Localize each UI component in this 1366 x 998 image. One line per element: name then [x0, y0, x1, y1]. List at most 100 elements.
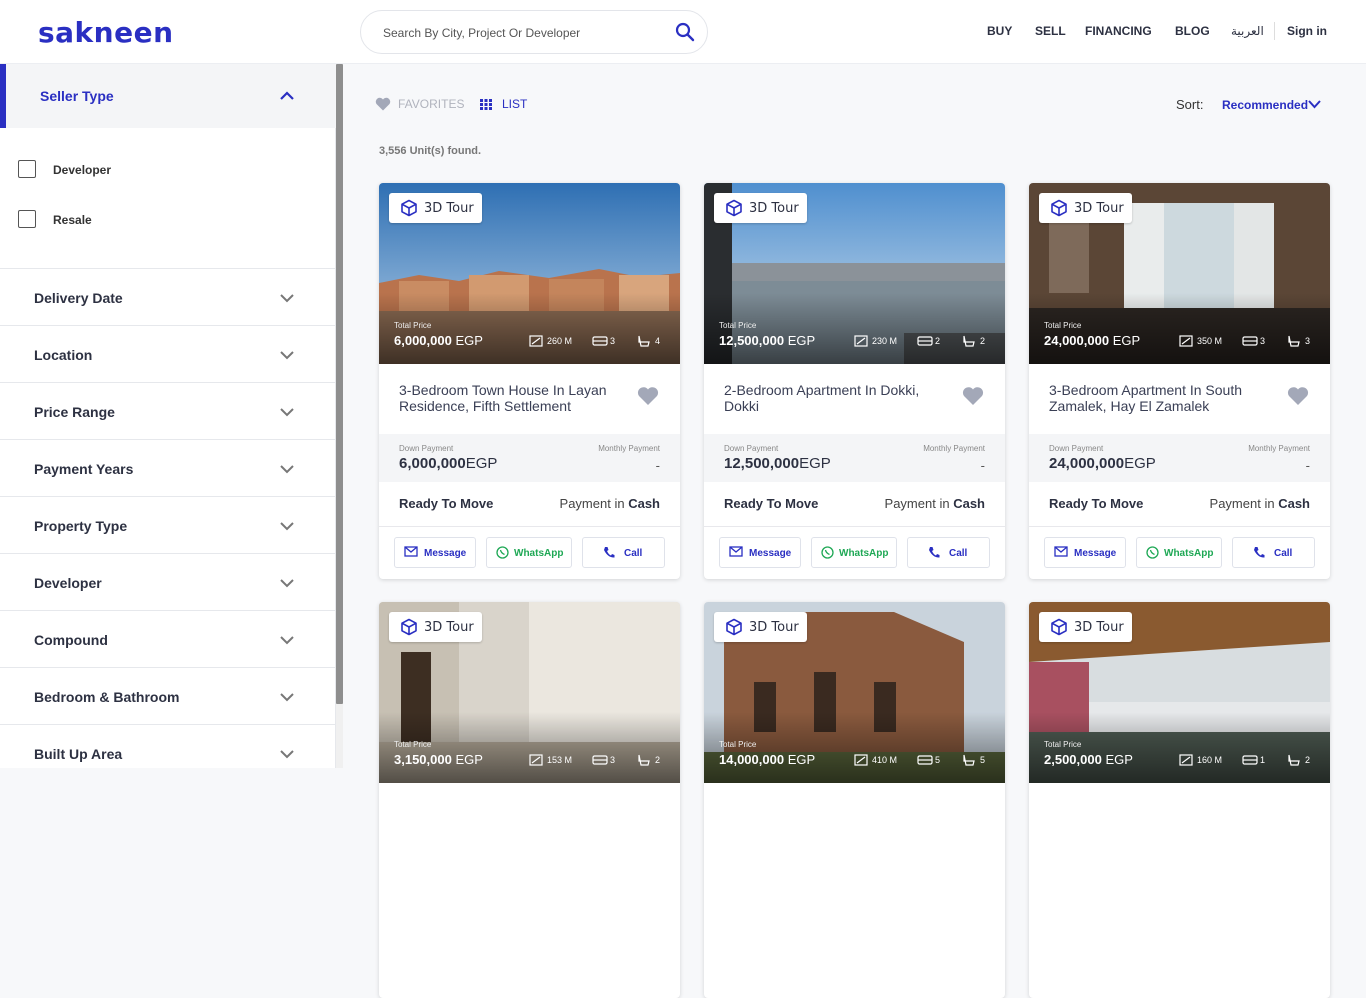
- listing-card[interactable]: 3D Tour Total Price 24,000,000 EGP 350 M…: [1029, 183, 1330, 579]
- chevron-down-icon[interactable]: [280, 348, 294, 362]
- favorite-heart-icon[interactable]: [637, 386, 659, 406]
- filter-bedroom-bathroom[interactable]: Bedroom & Bathroom: [0, 667, 336, 724]
- filter-compound[interactable]: Compound: [0, 610, 336, 667]
- area-icon: [1179, 335, 1193, 347]
- bed-icon: [1242, 336, 1258, 346]
- bedrooms-stat: 3: [1242, 335, 1272, 347]
- whatsapp-label: WhatsApp: [514, 548, 564, 559]
- whatsapp-label: WhatsApp: [1164, 548, 1214, 559]
- listing-card[interactable]: 3D Tour Total Price 3,150,000 EGP 153 M …: [379, 602, 680, 998]
- filter-location[interactable]: Location: [0, 325, 336, 382]
- listing-card[interactable]: 3D Tour Total Price 14,000,000 EGP 410 M…: [704, 602, 1005, 998]
- search-box: [360, 10, 708, 54]
- chevron-down-icon[interactable]: [280, 747, 294, 761]
- 3d-tour-label: 3D Tour: [1074, 620, 1124, 635]
- area-stat: 260 M: [529, 335, 577, 347]
- chevron-up-icon[interactable]: [280, 89, 294, 103]
- 3d-tour-badge[interactable]: 3D Tour: [714, 612, 807, 642]
- nav-arabic[interactable]: العربية: [1231, 24, 1264, 38]
- whatsapp-button[interactable]: WhatsApp: [486, 537, 572, 568]
- heart-icon[interactable]: [375, 97, 391, 111]
- bed-icon: [1242, 755, 1258, 765]
- chevron-down-icon[interactable]: [280, 633, 294, 647]
- chevron-down-icon[interactable]: [280, 291, 294, 305]
- 3d-tour-label: 3D Tour: [749, 620, 799, 635]
- listing-title[interactable]: 2-Bedroom Apartment In Dokki, Dokki: [724, 382, 949, 414]
- chevron-down-icon[interactable]: [280, 405, 294, 419]
- baths-value: 5: [980, 755, 986, 765]
- filter-delivery-date[interactable]: Delivery Date: [0, 268, 336, 325]
- cube-icon: [1051, 618, 1067, 636]
- whatsapp-button[interactable]: WhatsApp: [811, 537, 897, 568]
- currency: EGP: [787, 333, 816, 348]
- 3d-tour-badge[interactable]: 3D Tour: [1039, 612, 1132, 642]
- area-value: 153 M: [547, 755, 573, 765]
- filter-payment-years[interactable]: Payment Years: [0, 439, 336, 496]
- filter-label: Built Up Area: [34, 746, 123, 762]
- sidebar-scrollbar-thumb[interactable]: [336, 64, 343, 704]
- bedrooms-stat: 3: [592, 754, 622, 766]
- listing-title[interactable]: 3-Bedroom Town House In Layan Residence,…: [399, 382, 624, 414]
- nav-sign-in[interactable]: Sign in: [1287, 24, 1327, 38]
- whatsapp-label: WhatsApp: [839, 548, 889, 559]
- listing-card[interactable]: 3D Tour Total Price 6,000,000 EGP 260 M …: [379, 183, 680, 579]
- listing-card[interactable]: 3D Tour Total Price 2,500,000 EGP 160 M …: [1029, 602, 1330, 998]
- call-button[interactable]: Call: [907, 537, 990, 568]
- filter-developer[interactable]: Developer: [0, 553, 336, 610]
- search-input[interactable]: [383, 23, 663, 43]
- area-value: 410 M: [872, 755, 898, 765]
- units-found-count: 3,556 Unit(s) found.: [379, 145, 482, 157]
- seller-type-header[interactable]: Seller Type: [0, 64, 336, 128]
- chevron-down-icon[interactable]: [280, 462, 294, 476]
- message-button[interactable]: Message: [719, 537, 801, 568]
- filter-built-up-area[interactable]: Built Up Area: [0, 724, 336, 781]
- 3d-tour-badge[interactable]: 3D Tour: [389, 612, 482, 642]
- total-price-label: Total Price: [394, 740, 432, 749]
- sort-dropdown[interactable]: Recommended: [1222, 98, 1308, 112]
- area-icon: [1179, 754, 1193, 766]
- message-button[interactable]: Message: [1044, 537, 1126, 568]
- favorite-heart-icon[interactable]: [962, 386, 984, 406]
- tab-list[interactable]: LIST: [502, 97, 527, 111]
- listing-title[interactable]: 3-Bedroom Apartment In South Zamalek, Ha…: [1049, 382, 1274, 414]
- filter-price-range[interactable]: Price Range: [0, 382, 336, 439]
- filter-label: Developer: [34, 575, 102, 591]
- payment-in-label: Payment in: [884, 496, 950, 511]
- down-payment-label: Down Payment: [399, 444, 454, 453]
- 3d-tour-badge[interactable]: 3D Tour: [389, 193, 482, 223]
- chevron-down-icon[interactable]: [280, 690, 294, 704]
- delivery-status: Ready To Move: [724, 496, 819, 511]
- developer-checkbox[interactable]: [18, 160, 36, 178]
- payment-summary: Down Payment 12,500,000EGP Monthly Payme…: [704, 434, 1005, 482]
- list-icon[interactable]: [480, 99, 493, 110]
- sakneen-logo[interactable]: sakneen: [38, 16, 174, 49]
- 3d-tour-badge[interactable]: 3D Tour: [714, 193, 807, 223]
- 3d-tour-badge[interactable]: 3D Tour: [1039, 193, 1132, 223]
- message-button[interactable]: Message: [394, 537, 476, 568]
- total-price-label: Total Price: [1044, 740, 1082, 749]
- beds-value: 3: [1260, 336, 1266, 346]
- call-button[interactable]: Call: [582, 537, 665, 568]
- whatsapp-icon: [1146, 546, 1159, 559]
- nav-buy[interactable]: BUY: [987, 24, 1012, 38]
- resale-checkbox[interactable]: [18, 210, 36, 228]
- favorite-heart-icon[interactable]: [1287, 386, 1309, 406]
- chevron-down-icon[interactable]: [280, 576, 294, 590]
- nav-sell[interactable]: SELL: [1035, 24, 1066, 38]
- down-payment: 6,000,000EGP: [399, 455, 497, 472]
- tab-favorites[interactable]: FAVORITES: [398, 97, 464, 111]
- nav-blog[interactable]: BLOG: [1175, 24, 1210, 38]
- whatsapp-button[interactable]: WhatsApp: [1136, 537, 1222, 568]
- down-payment-value: 24,000,000: [1049, 455, 1125, 472]
- search-icon[interactable]: [675, 22, 695, 42]
- call-button[interactable]: Call: [1232, 537, 1315, 568]
- bath-icon: [638, 335, 650, 347]
- payment-summary: Down Payment 6,000,000EGP Monthly Paymen…: [379, 434, 680, 482]
- nav-financing[interactable]: FINANCING: [1085, 24, 1152, 38]
- bed-icon: [917, 336, 933, 346]
- filter-property-type[interactable]: Property Type: [0, 496, 336, 553]
- chevron-down-icon[interactable]: [280, 519, 294, 533]
- price-value: 12,500,000: [719, 333, 785, 348]
- listing-card[interactable]: 3D Tour Total Price 12,500,000 EGP 230 M…: [704, 183, 1005, 579]
- chevron-down-icon[interactable]: [1308, 99, 1321, 109]
